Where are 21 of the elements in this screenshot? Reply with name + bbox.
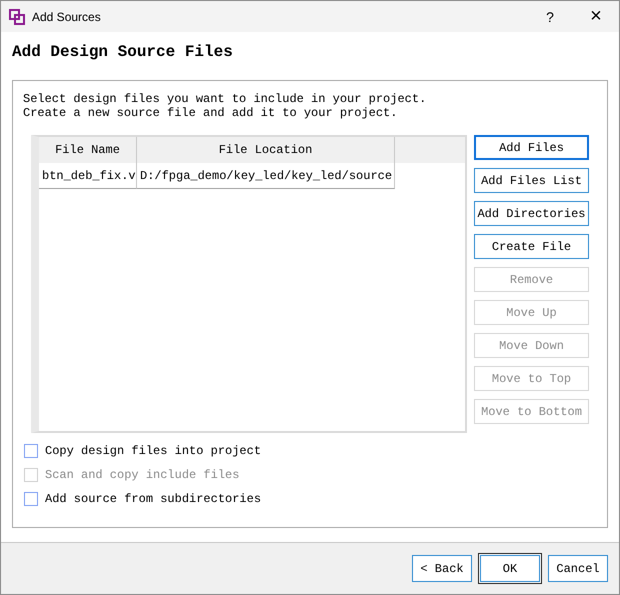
- checkbox-label: Copy design files into project: [45, 444, 262, 458]
- action-button[interactable]: Add Directories: [474, 201, 589, 226]
- checkbox-label: Scan and copy include files: [45, 468, 240, 482]
- dialog-button[interactable]: < Back: [412, 555, 472, 582]
- help-button[interactable]: ?: [527, 8, 573, 24]
- action-button[interactable]: Add Files: [474, 135, 589, 160]
- table-cell: D:/fpga_demo/key_led/key_led/source: [137, 163, 395, 189]
- checkbox[interactable]: [24, 492, 38, 506]
- dialog-button[interactable]: OK: [478, 553, 542, 584]
- instruction-text: Create a new source file and add it to your project.: [23, 106, 398, 120]
- close-button[interactable]: ×: [573, 5, 619, 28]
- dialog-button[interactable]: Cancel: [548, 555, 608, 582]
- window-title: Add Sources: [32, 10, 102, 24]
- action-button[interactable]: Add Files List: [474, 168, 589, 193]
- checkbox[interactable]: [24, 444, 38, 458]
- page-heading: Add Design Source Files: [12, 43, 234, 63]
- instruction-text: Select design files you want to include in your project.: [23, 92, 428, 106]
- checkbox-label: Add source from subdirectories: [45, 492, 262, 506]
- app-logo-icon: [9, 8, 25, 24]
- table-cell: btn_deb_fix.v: [39, 163, 137, 189]
- action-button[interactable]: Create File: [474, 234, 589, 259]
